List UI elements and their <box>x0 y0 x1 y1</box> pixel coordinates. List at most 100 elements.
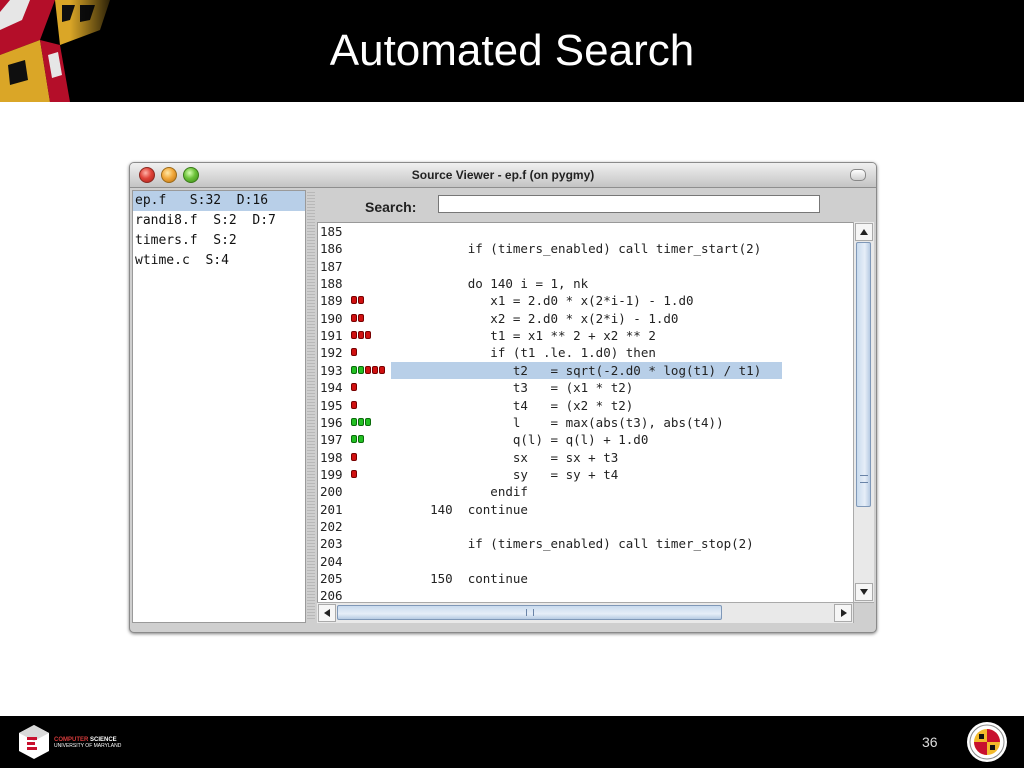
line-number: 192 <box>320 345 343 361</box>
scrollbar-corner <box>853 602 874 623</box>
line-number: 186 <box>320 241 343 257</box>
code-line[interactable]: 193 t2 = sqrt(-2.d0 * log(t1) / t1) <box>318 361 854 379</box>
horizontal-scrollbar[interactable] <box>317 602 853 623</box>
code-line[interactable]: 203 if (timers_enabled) call timer_stop(… <box>318 535 854 552</box>
red-marker-icon <box>358 313 364 322</box>
code-line[interactable]: 189 x1 = 2.d0 * x(2*i-1) - 1.d0 <box>318 292 854 309</box>
vertical-scrollbar[interactable] <box>853 222 874 602</box>
code-text: sy = sy + t4 <box>400 466 619 482</box>
search-markers <box>351 452 358 462</box>
code-line[interactable]: 188 do 140 i = 1, nk <box>318 275 854 292</box>
code-line[interactable]: 185 <box>318 223 854 240</box>
green-marker-icon <box>351 435 357 444</box>
computer-science-wordmark: COMPUTER SCIENCE UNIVERSITY OF MARYLAND <box>54 737 121 749</box>
code-line[interactable]: 201 140 continue <box>318 501 854 518</box>
scroll-left-arrow-icon[interactable] <box>318 604 336 622</box>
code-text: t2 = sqrt(-2.d0 * log(t1) / t1) <box>400 362 762 378</box>
scroll-up-arrow-icon[interactable] <box>855 223 873 241</box>
green-marker-icon <box>358 435 364 444</box>
code-text: t1 = x1 ** 2 + x2 ** 2 <box>400 328 656 344</box>
red-marker-icon <box>358 296 364 305</box>
file-item-randi8-f[interactable]: randi8.f S:2 D:7 <box>133 211 305 231</box>
code-line[interactable]: 197 q(l) = q(l) + 1.d0 <box>318 431 854 448</box>
code-text: 140 continue <box>400 501 528 517</box>
code-text: do 140 i = 1, nk <box>400 276 589 292</box>
code-line[interactable]: 204 <box>318 553 854 570</box>
code-text: sx = sx + t3 <box>400 449 619 465</box>
line-number: 185 <box>320 224 343 239</box>
red-marker-icon <box>351 400 357 409</box>
code-text: if (timers_enabled) call timer_start(2) <box>400 241 762 257</box>
line-number: 195 <box>320 397 343 413</box>
pane-splitter[interactable] <box>307 190 315 621</box>
window-title: Source Viewer - ep.f (on pygmy) <box>411 168 595 182</box>
window-titlebar[interactable]: Source Viewer - ep.f (on pygmy) <box>130 163 876 188</box>
source-viewer-window: Source Viewer - ep.f (on pygmy) ep.f S:3… <box>129 162 877 633</box>
file-list: ep.f S:32 D:16 randi8.f S:2 D:7 timers.f… <box>132 190 306 623</box>
red-marker-icon <box>365 331 371 340</box>
line-number: 203 <box>320 536 343 552</box>
line-number: 206 <box>320 588 343 603</box>
computer-science-logo-icon <box>19 725 49 759</box>
red-marker-icon <box>351 331 357 340</box>
red-marker-icon <box>372 365 378 374</box>
line-number: 196 <box>320 414 343 430</box>
slide-header: Automated Search <box>0 0 1024 102</box>
line-number: 200 <box>320 484 343 500</box>
line-number: 202 <box>320 518 343 534</box>
code-line[interactable]: 196 l = max(abs(t3), abs(t4)) <box>318 414 854 431</box>
red-marker-icon <box>365 365 371 374</box>
grip-icon <box>526 609 534 616</box>
line-number: 190 <box>320 310 343 326</box>
search-input[interactable] <box>438 195 820 213</box>
code-line[interactable]: 195 t4 = (x2 * t2) <box>318 397 854 414</box>
code-text: endif <box>400 484 528 500</box>
vertical-scroll-thumb[interactable] <box>856 242 871 507</box>
line-number: 194 <box>320 380 343 396</box>
code-text: t4 = (x2 * t2) <box>400 397 634 413</box>
code-line[interactable]: 200 endif <box>318 483 854 500</box>
code-line[interactable]: 194 t3 = (x1 * t2) <box>318 379 854 396</box>
search-markers <box>351 365 386 375</box>
search-markers <box>351 313 365 323</box>
grip-icon <box>860 475 868 483</box>
file-item-wtime-c[interactable]: wtime.c S:4 <box>133 251 305 271</box>
file-item-timers-f[interactable]: timers.f S:2 <box>133 231 305 251</box>
code-line[interactable]: 199 sy = sy + t4 <box>318 466 854 483</box>
scroll-down-arrow-icon[interactable] <box>855 583 873 601</box>
toolbar-toggle-button[interactable] <box>850 169 866 181</box>
red-marker-icon <box>379 365 385 374</box>
code-line[interactable]: 202 <box>318 518 854 535</box>
search-markers <box>351 331 372 340</box>
line-number: 189 <box>320 293 343 309</box>
search-markers <box>351 348 358 357</box>
line-number: 201 <box>320 501 343 517</box>
code-line[interactable]: 205 150 continue <box>318 570 854 587</box>
code-line[interactable]: 191 t1 = x1 ** 2 + x2 ** 2 <box>318 327 854 344</box>
file-item-ep-f[interactable]: ep.f S:32 D:16 <box>133 191 305 211</box>
code-line[interactable]: 186 if (timers_enabled) call timer_start… <box>318 240 854 257</box>
green-marker-icon <box>351 365 357 374</box>
search-markers <box>351 469 358 479</box>
line-number: 187 <box>320 258 343 274</box>
code-panel: 185 186 if (timers_enabled) call timer_st… <box>317 222 854 603</box>
red-marker-icon <box>358 331 364 340</box>
code-line[interactable]: 198 sx = sx + t3 <box>318 449 854 466</box>
search-markers <box>351 435 365 444</box>
search-markers <box>351 400 358 410</box>
line-number: 193 <box>320 362 343 378</box>
green-marker-icon <box>358 417 364 426</box>
search-markers <box>351 417 372 427</box>
page-number: 36 <box>922 734 938 750</box>
code-line[interactable]: 206 <box>318 587 854 603</box>
code-line[interactable]: 187 <box>318 258 854 275</box>
wordmark-university: UNIVERSITY OF MARYLAND <box>54 743 122 749</box>
code-text: 150 continue <box>400 571 528 586</box>
line-number: 205 <box>320 571 343 586</box>
horizontal-scroll-thumb[interactable] <box>337 605 722 620</box>
code-text: if (timers_enabled) call timer_stop(2) <box>400 536 754 552</box>
green-marker-icon <box>365 417 371 426</box>
scroll-right-arrow-icon[interactable] <box>834 604 852 622</box>
code-line[interactable]: 192 if (t1 .le. 1.d0) then <box>318 344 854 361</box>
code-line[interactable]: 190 x2 = 2.d0 * x(2*i) - 1.d0 <box>318 310 854 327</box>
